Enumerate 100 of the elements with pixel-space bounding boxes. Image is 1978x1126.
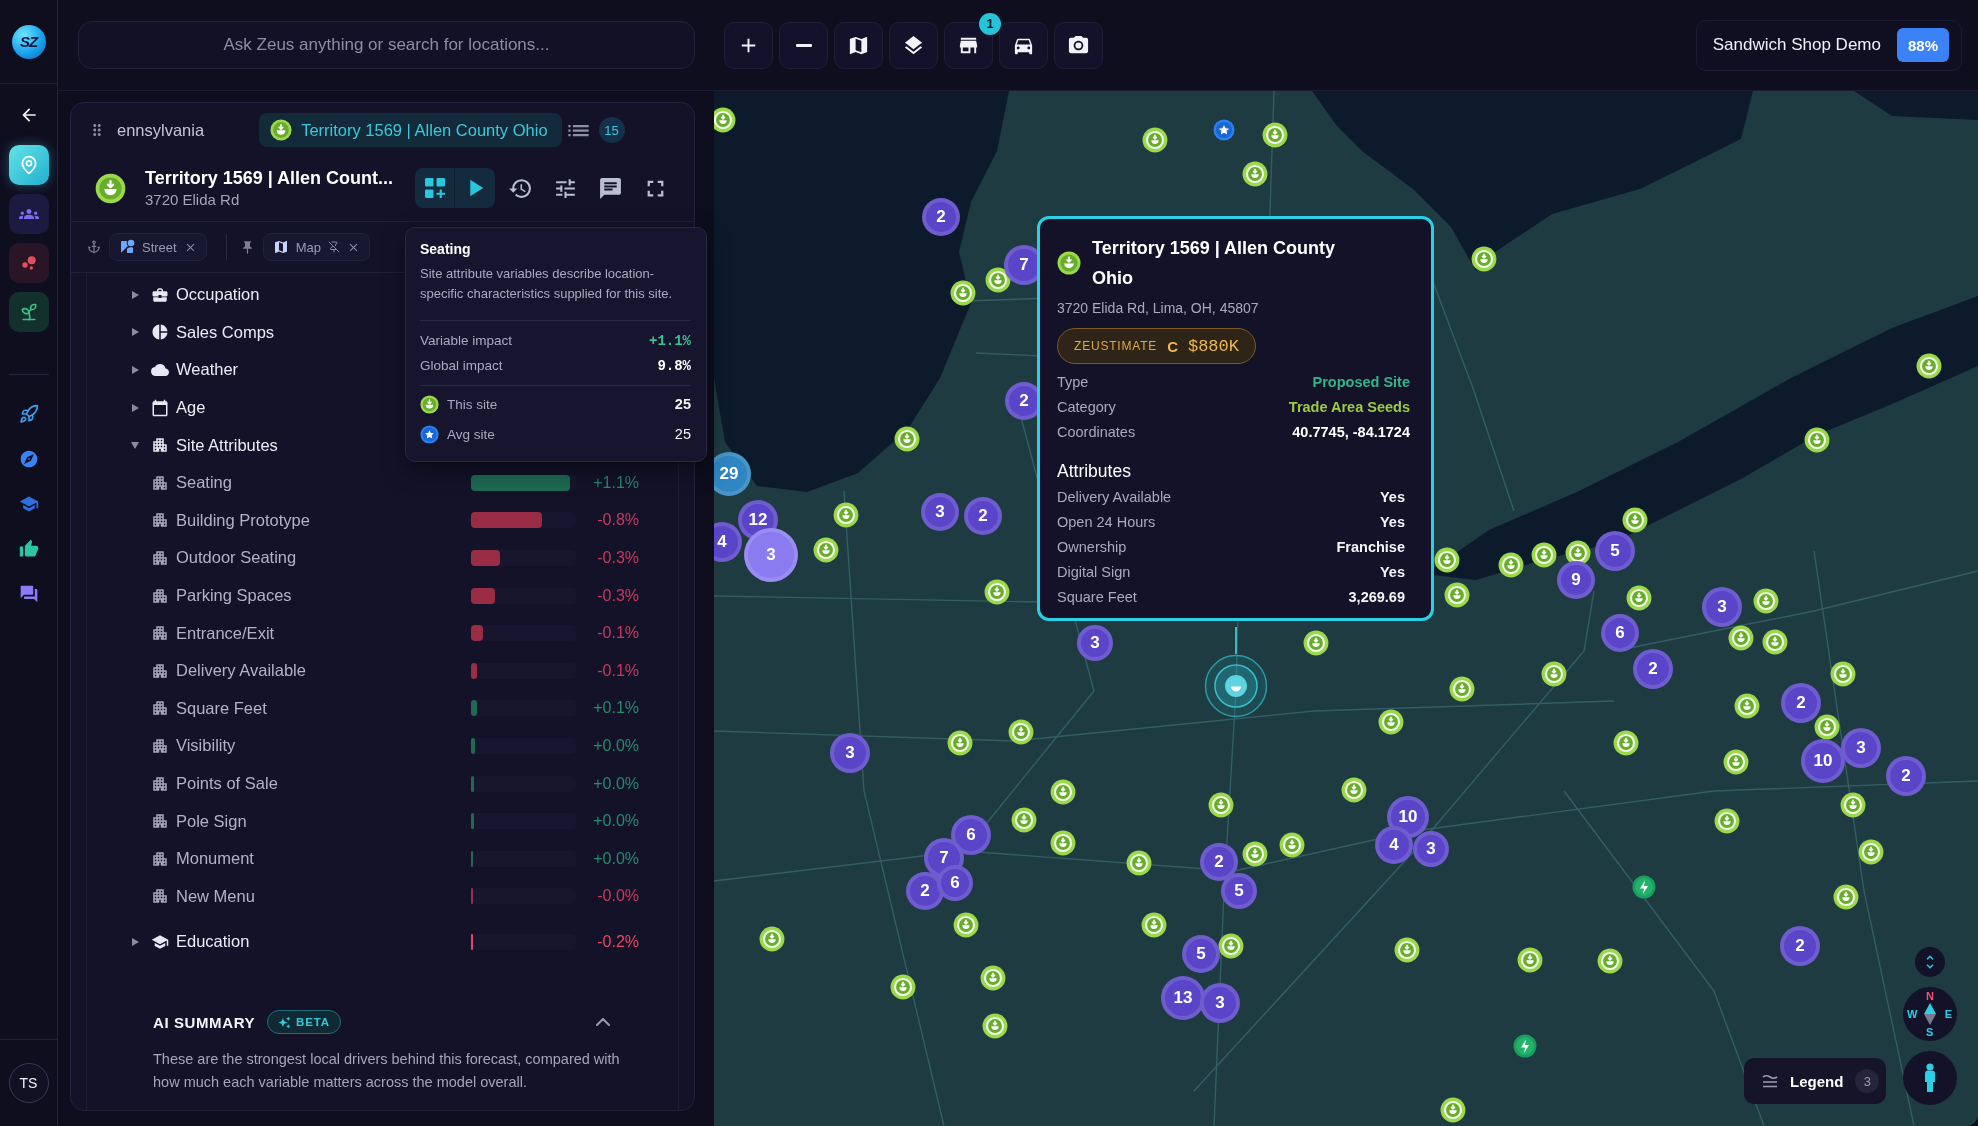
store-button[interactable] xyxy=(944,21,993,69)
site-marker-icon[interactable] xyxy=(759,926,785,952)
impact-value: +0.0% xyxy=(592,849,639,868)
site-marker-icon[interactable] xyxy=(1517,947,1543,973)
app-tile[interactable] xyxy=(8,194,49,234)
tab[interactable]: Territory 1569 | Allen County Ohio xyxy=(259,113,562,147)
workspace-button[interactable]: Sandwich Shop Demo 88% xyxy=(1695,19,1962,71)
cluster-marker[interactable]: 4 xyxy=(714,522,742,562)
site-marker-icon[interactable] xyxy=(1814,714,1840,740)
site-marker-icon[interactable] xyxy=(1141,912,1167,938)
site-marker-icon[interactable] xyxy=(1378,709,1404,735)
caret-icon[interactable] xyxy=(131,328,139,337)
building-icon xyxy=(151,699,169,718)
site-marker-icon[interactable] xyxy=(1753,588,1779,614)
site-marker-icon[interactable] xyxy=(1341,777,1367,803)
site-marker-icon[interactable] xyxy=(1394,937,1420,963)
site-marker-icon[interactable] xyxy=(984,579,1010,605)
site-marker-icon[interactable] xyxy=(1762,629,1788,655)
site-marker-icon[interactable] xyxy=(985,267,1011,293)
site-marker-icon[interactable] xyxy=(1011,807,1037,833)
search-field[interactable]: Ask Zeus anything or search for locations... xyxy=(78,21,695,69)
site-marker-icon[interactable] xyxy=(1613,730,1639,756)
site-marker-icon[interactable] xyxy=(894,426,920,452)
site-marker-icon[interactable] xyxy=(1008,719,1034,745)
site-marker-icon[interactable] xyxy=(890,974,916,1000)
site-marker-icon[interactable] xyxy=(1444,582,1470,608)
app-tile[interactable] xyxy=(8,243,49,283)
site-marker-icon[interactable] xyxy=(1208,792,1234,818)
site-marker-icon[interactable] xyxy=(1734,693,1760,719)
unpin-icon[interactable] xyxy=(328,241,340,253)
site-marker-icon[interactable] xyxy=(1723,749,1749,775)
bolt-marker-icon[interactable] xyxy=(1632,875,1656,899)
site-marker-icon[interactable] xyxy=(1303,630,1329,656)
site-marker-icon[interactable] xyxy=(1597,948,1623,974)
app-tile[interactable] xyxy=(8,292,49,332)
legend-button[interactable]: Legend 3 xyxy=(1744,1058,1886,1104)
site-marker-icon[interactable] xyxy=(1916,353,1942,379)
site-marker-icon[interactable] xyxy=(1142,127,1168,153)
caret-icon[interactable] xyxy=(131,366,139,374)
zoom-out-button[interactable] xyxy=(779,21,828,69)
tab[interactable]: ennsylvania xyxy=(117,113,205,147)
site-marker-icon[interactable] xyxy=(1262,122,1288,148)
app-tile[interactable] xyxy=(8,145,49,185)
site-marker-icon[interactable] xyxy=(1541,661,1567,687)
building-icon xyxy=(151,887,169,906)
site-marker-icon[interactable] xyxy=(1218,933,1244,959)
caret-icon[interactable] xyxy=(131,290,139,299)
site-marker-icon[interactable] xyxy=(1440,1097,1466,1123)
site-marker-icon[interactable] xyxy=(1242,161,1268,187)
site-marker-icon[interactable] xyxy=(813,537,839,563)
building-icon xyxy=(151,473,169,492)
selected-site-marker-icon[interactable] xyxy=(1204,654,1268,718)
site-marker-icon[interactable] xyxy=(1728,625,1754,651)
filter-chip[interactable]: Map xyxy=(262,233,370,261)
caret-icon[interactable] xyxy=(131,403,139,412)
site-marker-icon[interactable] xyxy=(950,280,976,306)
site-marker-icon[interactable] xyxy=(1565,540,1591,566)
variable-label: Points of Sale xyxy=(176,774,279,793)
site-marker-icon[interactable] xyxy=(1858,839,1884,865)
site-marker-icon[interactable] xyxy=(714,107,736,133)
site-marker-icon[interactable] xyxy=(1434,547,1460,573)
camera-button[interactable] xyxy=(1054,21,1103,69)
site-marker-icon[interactable] xyxy=(953,912,979,938)
site-marker-icon[interactable] xyxy=(833,502,859,528)
site-marker-icon[interactable] xyxy=(1622,507,1648,533)
site-marker-icon[interactable] xyxy=(982,1013,1008,1039)
site-marker-icon[interactable] xyxy=(1050,779,1076,805)
star-marker-icon[interactable] xyxy=(1213,119,1235,141)
caret-icon[interactable] xyxy=(131,441,139,450)
site-marker-icon[interactable] xyxy=(1498,552,1524,578)
site-marker-icon[interactable] xyxy=(1840,792,1866,818)
site-marker-icon[interactable] xyxy=(1449,676,1475,702)
layers-button[interactable] xyxy=(889,21,938,69)
site-marker-icon[interactable] xyxy=(1242,841,1268,867)
map-button[interactable] xyxy=(834,21,883,69)
star-marker-icon xyxy=(420,424,439,444)
site-marker-icon[interactable] xyxy=(1279,832,1305,858)
site-marker-icon[interactable] xyxy=(947,730,973,756)
site-marker-icon[interactable] xyxy=(1531,542,1557,568)
site-marker-icon[interactable] xyxy=(1833,884,1859,910)
filter-chip[interactable]: Street xyxy=(109,233,207,261)
building-icon xyxy=(151,586,169,605)
caret-icon[interactable] xyxy=(131,937,139,946)
zoom-in-button[interactable] xyxy=(724,21,773,69)
car-button[interactable] xyxy=(999,21,1048,69)
site-marker-icon[interactable] xyxy=(1714,808,1740,834)
site-marker-icon[interactable] xyxy=(1804,427,1830,453)
site-marker-icon[interactable] xyxy=(1126,850,1152,876)
site-marker-icon[interactable] xyxy=(1830,661,1856,687)
site-marker-icon[interactable] xyxy=(1050,830,1076,856)
logo[interactable]: SZ xyxy=(11,24,46,59)
site-marker-icon[interactable] xyxy=(1626,585,1652,611)
site-marker-icon[interactable] xyxy=(1471,246,1497,272)
site-marker-icon[interactable] xyxy=(980,965,1006,991)
bolt-marker-icon[interactable] xyxy=(1513,1034,1537,1058)
attribute-value: Yes xyxy=(1380,513,1405,530)
impact-value: +0.0% xyxy=(592,774,639,793)
site-label: Avg site xyxy=(447,426,495,442)
variable-label[interactable]: Education xyxy=(176,932,471,952)
user-avatar[interactable]: TS xyxy=(8,1063,49,1103)
